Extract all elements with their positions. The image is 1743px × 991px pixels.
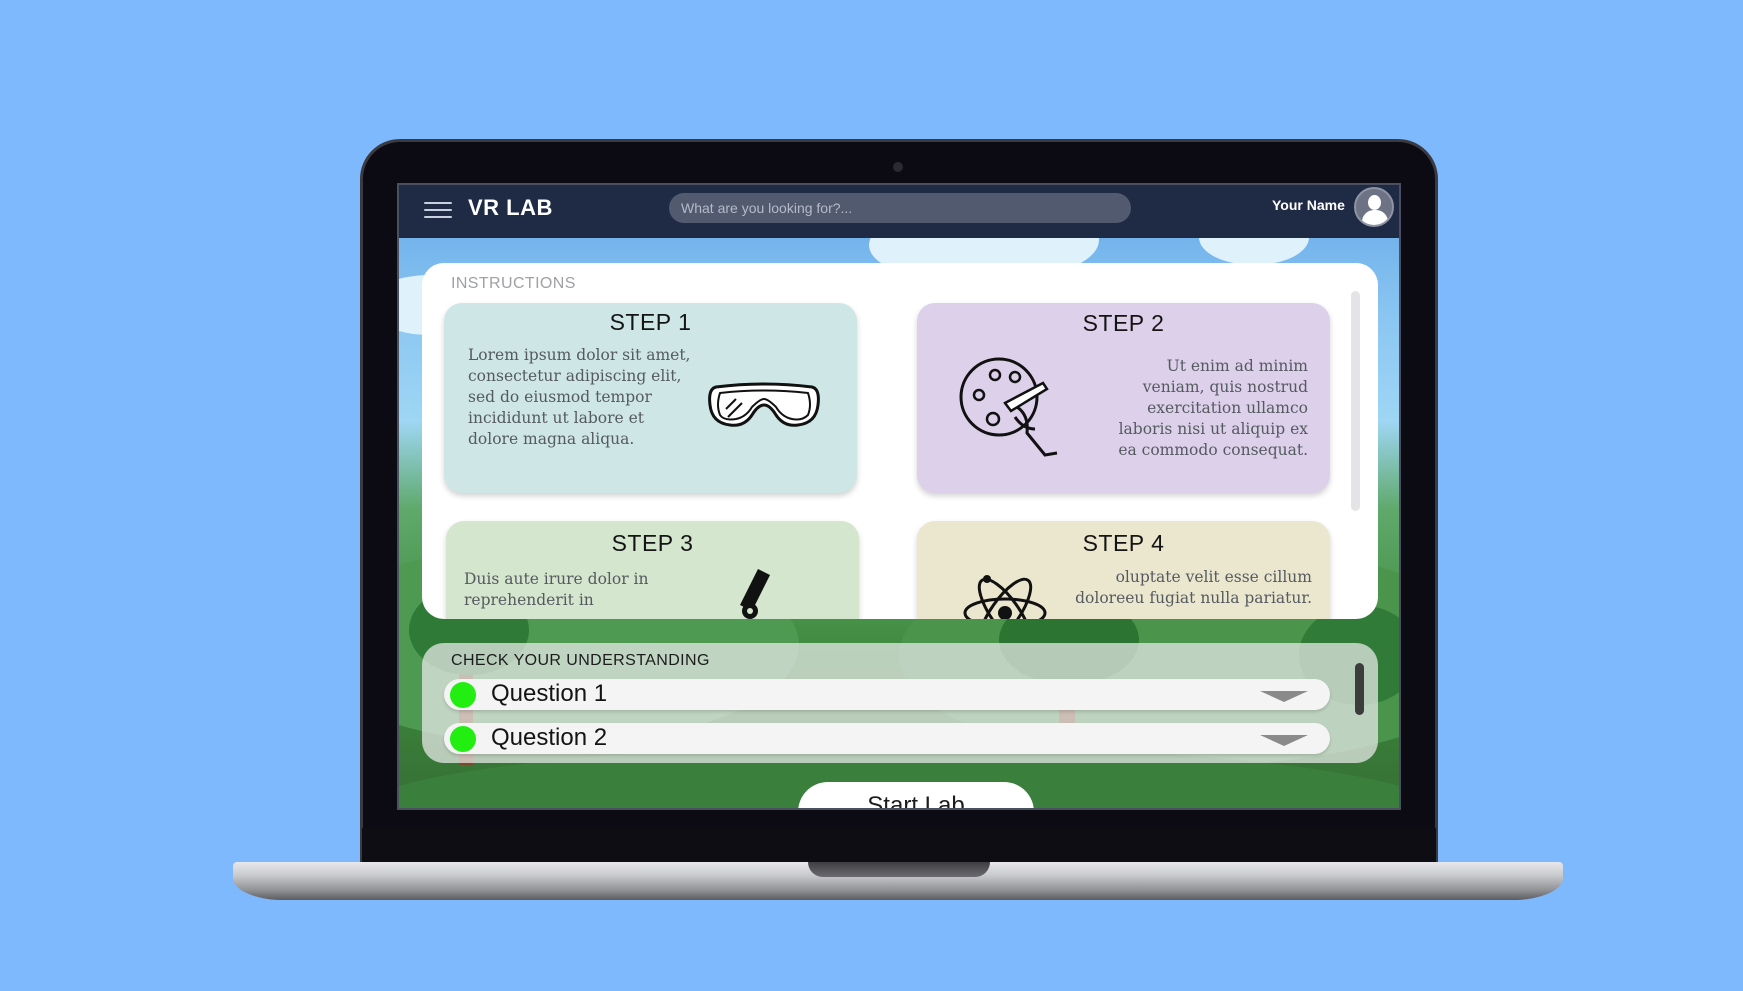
step-text: oluptate velit esse cillum doloreeu fugi…: [1075, 568, 1312, 607]
hamburger-menu-icon[interactable]: [424, 197, 452, 223]
webcam: [893, 162, 903, 172]
step-title: STEP 4: [1082, 530, 1165, 556]
step-title: STEP 2: [1082, 310, 1165, 336]
step-card-4[interactable]: STEP 4 oluptate velit esse cillum dolore…: [917, 521, 1330, 619]
atom-icon: [963, 575, 1047, 619]
app-title: VR LAB: [468, 195, 553, 220]
step-text: Duis aute irure dolor in reprehenderit i…: [464, 570, 649, 609]
user-avatar-icon[interactable]: [1354, 187, 1394, 227]
chevron-down-icon[interactable]: [1260, 691, 1308, 702]
step-card-3[interactable]: STEP 3 Duis aute irure dolor in reprehen…: [446, 521, 859, 619]
microscope-icon: [740, 569, 770, 619]
paint-palette-icon: [959, 357, 1058, 457]
top-navigation-bar: VR LAB Your Name: [399, 185, 1399, 238]
instructions-label: INSTRUCTIONS: [451, 275, 576, 292]
question-label: Question 2: [491, 724, 608, 751]
user-name[interactable]: Your Name: [1272, 197, 1345, 213]
instructions-scrollbar[interactable]: [1351, 291, 1360, 511]
status-dot: [450, 726, 476, 752]
check-understanding-label: CHECK YOUR UNDERSTANDING: [451, 652, 710, 669]
laptop-chin: [362, 828, 1436, 862]
question-label: Question 1: [491, 680, 608, 707]
chevron-down-icon[interactable]: [1260, 735, 1308, 746]
status-dot: [450, 682, 476, 708]
step-card-2[interactable]: STEP 2 Ut enim ad minim veniam, quis nos…: [917, 303, 1330, 493]
step-text: Ut enim ad minim veniam, quis nostrud ex…: [1118, 357, 1308, 459]
search-input[interactable]: [669, 193, 1131, 223]
step-card-1[interactable]: STEP 1 Lorem ipsum dolor sit amet, conse…: [444, 303, 857, 493]
step-title: STEP 1: [609, 309, 692, 335]
step-title: STEP 3: [611, 530, 694, 556]
start-lab-button[interactable]: Start Lab: [798, 782, 1034, 808]
step-text: Lorem ipsum dolor sit amet, consectetur …: [468, 346, 691, 448]
instructions-panel: INSTRUCTIONS STEP 1 Lorem ipsum dolor si…: [422, 263, 1378, 619]
laptop-hinge-notch: [808, 862, 990, 877]
safety-goggles-icon: [708, 382, 820, 427]
question-row-1[interactable]: Question 1: [444, 679, 1330, 710]
questions-scrollbar[interactable]: [1355, 663, 1364, 715]
question-row-2[interactable]: Question 2: [444, 723, 1330, 754]
app-screen: VR LAB Your Name INSTRUCTIONS STEP 1 Lor…: [397, 183, 1401, 810]
check-understanding-panel: CHECK YOUR UNDERSTANDING Question 1 Ques…: [422, 643, 1378, 763]
